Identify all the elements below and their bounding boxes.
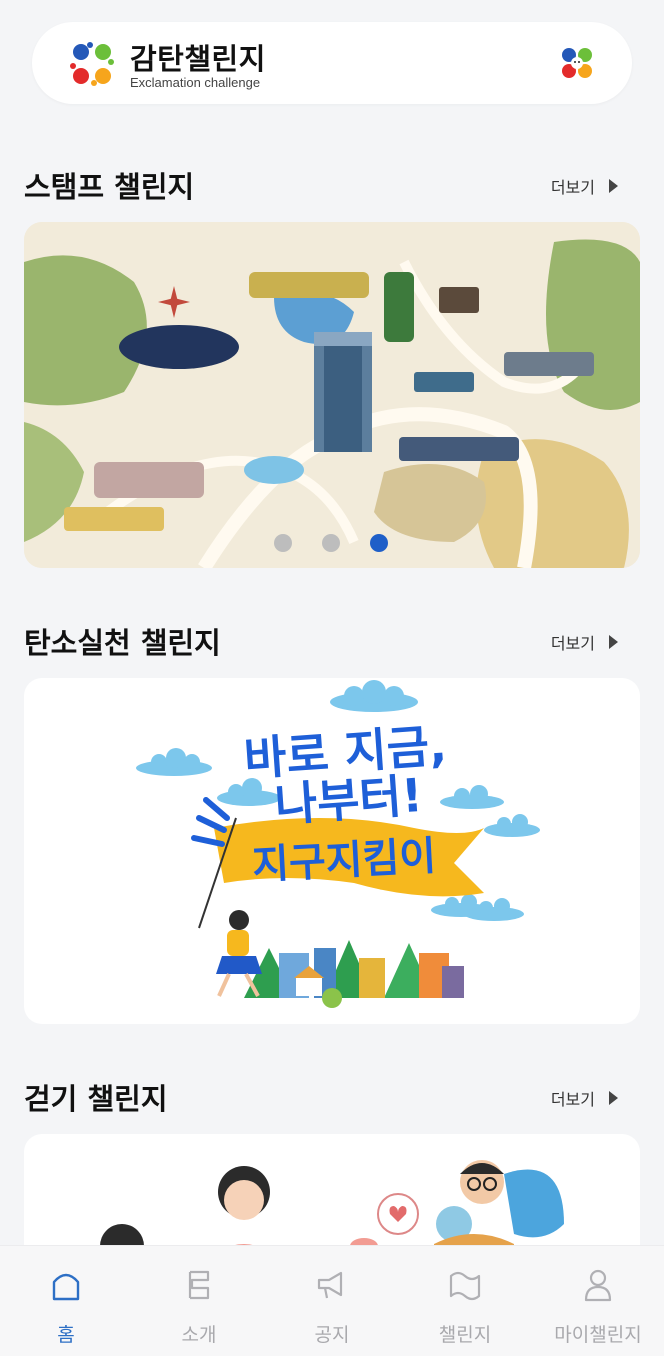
more-label: 더보기 (550, 1090, 595, 1109)
clover-logo-icon[interactable] (68, 40, 116, 88)
banner-flag-text: 지구지킴이 (251, 833, 438, 889)
chevron-right-icon (609, 635, 618, 649)
park-map-illustration (24, 222, 640, 568)
chevron-right-icon (609, 1091, 618, 1105)
more-label: 더보기 (550, 178, 595, 197)
carousel-dot-active[interactable] (322, 988, 342, 1008)
nav-label-about: 소개 (181, 1324, 217, 1346)
carousel-dot-active[interactable] (370, 534, 388, 552)
megaphone-icon (317, 1271, 343, 1299)
section-title-carbon: 탄소실천 챌린지 (24, 626, 221, 660)
nav-label-challenge: 챌린지 (438, 1324, 492, 1346)
nav-label-home: 홈 (57, 1324, 75, 1346)
nav-item-challenge[interactable]: 챌린지 (399, 1246, 531, 1356)
more-button-carbon[interactable]: 더보기 (551, 630, 618, 654)
mascot-icon[interactable] (560, 46, 594, 80)
brand-subtitle: Exclamation challenge (130, 75, 261, 90)
more-button-stamp[interactable]: 더보기 (551, 174, 618, 198)
more-button-walking[interactable]: 더보기 (551, 1086, 618, 1110)
home-icon (52, 1273, 80, 1301)
nav-item-about[interactable]: 소개 (133, 1246, 265, 1356)
banner-headline: 바로 지금, 나부터! (229, 718, 465, 832)
carousel-dot[interactable] (274, 534, 292, 552)
book-icon (188, 1270, 210, 1300)
app-header: 감탄챌린지 Exclamation challenge (32, 22, 632, 104)
nav-label-notice: 공지 (314, 1324, 350, 1346)
brand-title: 감탄챌린지 (130, 42, 266, 76)
nav-item-my-challenge[interactable]: 마이챌린지 (532, 1246, 664, 1356)
chevron-right-icon (609, 179, 618, 193)
more-label: 더보기 (550, 634, 595, 653)
stamp-map-banner[interactable] (24, 222, 640, 568)
section-title-stamp: 스탬프 챌린지 (24, 170, 195, 204)
flag-icon (449, 1271, 481, 1301)
nav-label-my-challenge: 마이챌린지 (554, 1324, 642, 1346)
carbon-challenge-banner[interactable]: 바로 지금, 나부터! 지구지킴이 (24, 678, 640, 1024)
bottom-navigation: 홈 소개 공지 챌린지 마이챌린지 (0, 1245, 664, 1356)
user-icon (584, 1269, 612, 1302)
section-title-walking: 걷기 챌린지 (24, 1082, 168, 1116)
carousel-dot[interactable] (322, 534, 340, 552)
nav-item-home[interactable]: 홈 (0, 1246, 132, 1356)
nav-item-notice[interactable]: 공지 (266, 1246, 398, 1356)
